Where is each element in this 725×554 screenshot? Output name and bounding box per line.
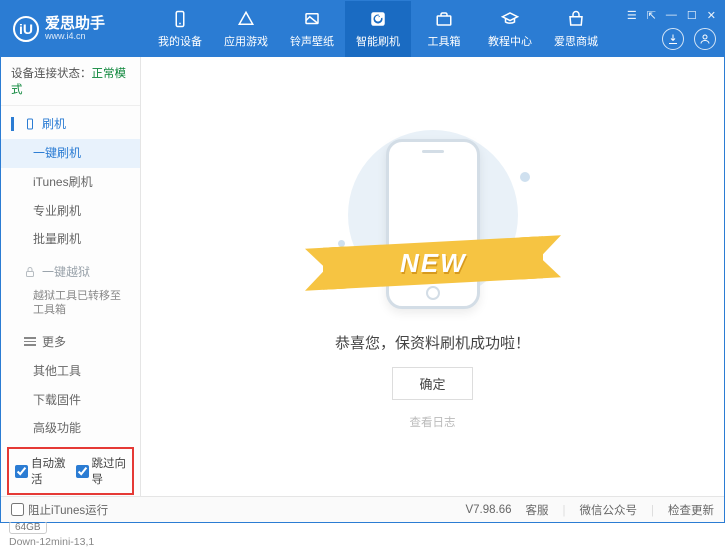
phone-small-icon: [24, 118, 36, 130]
body: 设备连接状态：正常模式 刷机 一键刷机 iTunes刷机 专业刷机 批量刷机 一…: [1, 57, 724, 496]
toolbox-icon: [434, 9, 454, 29]
sidebar-head-flash[interactable]: 刷机: [1, 108, 140, 139]
store-icon: [566, 9, 586, 29]
checkbox-label: 跳过向导: [92, 455, 127, 487]
lock-icon: [24, 266, 36, 278]
hamburger-icon: [24, 335, 36, 348]
checkbox-autoactivate[interactable]: 自动激活: [15, 455, 66, 487]
footer-link-wechat[interactable]: 微信公众号: [580, 502, 655, 518]
success-headline: 恭喜您，保资料刷机成功啦！: [335, 332, 530, 353]
header: iU 爱思助手 www.i4.cn 我的设备 应用游戏 铃声壁纸 智能刷机: [1, 1, 724, 57]
graduation-icon: [500, 9, 520, 29]
wallpaper-icon: [302, 9, 322, 29]
footer-link-update[interactable]: 检查更新: [668, 502, 714, 518]
nav-tab-ringtone[interactable]: 铃声壁纸: [279, 1, 345, 57]
brand: iU 爱思助手 www.i4.cn: [13, 16, 133, 42]
device-storage: 64GB: [9, 521, 47, 534]
sidebar-item-oneclick[interactable]: 一键刷机: [1, 139, 140, 168]
app-window: iU 爱思助手 www.i4.cn 我的设备 应用游戏 铃声壁纸 智能刷机: [0, 0, 725, 523]
nav-tab-toolbox[interactable]: 工具箱: [411, 1, 477, 57]
close-icon[interactable]: ✕: [707, 9, 716, 22]
sidebar-head-more[interactable]: 更多: [1, 326, 140, 357]
nav-tab-store[interactable]: 爱思商城: [543, 1, 609, 57]
checkbox-label: 自动激活: [31, 455, 66, 487]
maximize-icon[interactable]: ☐: [687, 9, 697, 22]
user-button[interactable]: [694, 28, 716, 50]
more-head-label: 更多: [42, 333, 66, 350]
sidebar-item-advanced[interactable]: 高级功能: [1, 414, 140, 443]
promo-illustration: NEW: [303, 124, 563, 324]
footer: 阻止iTunes运行 V7.98.66 客服 微信公众号 检查更新: [1, 496, 724, 522]
refresh-icon: [368, 9, 388, 29]
brand-logo-icon: iU: [13, 16, 39, 42]
device-sub: Down-12mini-13,1: [9, 536, 132, 548]
view-log-link[interactable]: 查看日志: [410, 414, 456, 430]
sidebar-item-itunes[interactable]: iTunes刷机: [1, 168, 140, 197]
window-controls: ☰ ⇱ — ☐ ✕: [627, 9, 716, 22]
sidebar-item-other[interactable]: 其他工具: [1, 357, 140, 386]
nav-label: 爱思商城: [554, 33, 598, 49]
nav-tabs: 我的设备 应用游戏 铃声壁纸 智能刷机 工具箱 教程中心: [147, 1, 609, 57]
nav-label: 教程中心: [488, 33, 532, 49]
nav-label: 智能刷机: [356, 33, 400, 49]
jailbreak-note: 越狱工具已转移至工具箱: [1, 287, 140, 324]
nav-tab-tutorial[interactable]: 教程中心: [477, 1, 543, 57]
options-row: 自动激活 跳过向导: [7, 447, 134, 495]
header-right: ☰ ⇱ — ☐ ✕: [627, 9, 716, 50]
pin-icon[interactable]: ⇱: [647, 9, 656, 22]
nav-label: 铃声壁纸: [290, 33, 334, 49]
connection-status: 设备连接状态：正常模式: [1, 57, 140, 106]
menu-icon[interactable]: ☰: [627, 9, 637, 22]
sidebar: 设备连接状态：正常模式 刷机 一键刷机 iTunes刷机 专业刷机 批量刷机 一…: [1, 57, 141, 496]
conn-label: 设备连接状态：: [11, 68, 92, 80]
nav-label: 我的设备: [158, 33, 202, 49]
main-content: NEW 恭喜您，保资料刷机成功啦！ 确定 查看日志: [141, 57, 724, 496]
brand-url: www.i4.cn: [45, 32, 105, 42]
apps-icon: [236, 9, 256, 29]
nav-tab-smartflash[interactable]: 智能刷机: [345, 1, 411, 57]
nav-label: 应用游戏: [224, 33, 268, 49]
download-button[interactable]: [662, 28, 684, 50]
checkbox-skipguide[interactable]: 跳过向导: [76, 455, 127, 487]
nav-tab-apps[interactable]: 应用游戏: [213, 1, 279, 57]
sidebar-item-pro[interactable]: 专业刷机: [1, 197, 140, 226]
version-label: V7.98.66: [465, 504, 511, 516]
flash-head-label: 刷机: [42, 115, 66, 132]
sidebar-item-batch[interactable]: 批量刷机: [1, 225, 140, 254]
brand-title: 爱思助手: [45, 16, 105, 33]
sidebar-head-jailbreak: 一键越狱: [1, 256, 140, 287]
block-itunes-checkbox[interactable]: 阻止iTunes运行: [11, 502, 108, 518]
block-itunes-label: 阻止iTunes运行: [28, 502, 108, 518]
footer-link-support[interactable]: 客服: [526, 502, 566, 518]
minimize-icon[interactable]: —: [666, 9, 677, 22]
jailbreak-head-label: 一键越狱: [42, 263, 90, 280]
ribbon-text: NEW: [399, 247, 466, 278]
nav-label: 工具箱: [428, 33, 461, 49]
nav-tab-mydevice[interactable]: 我的设备: [147, 1, 213, 57]
confirm-button[interactable]: 确定: [392, 367, 472, 400]
phone-icon: [170, 9, 190, 29]
sidebar-item-firmware[interactable]: 下载固件: [1, 386, 140, 415]
